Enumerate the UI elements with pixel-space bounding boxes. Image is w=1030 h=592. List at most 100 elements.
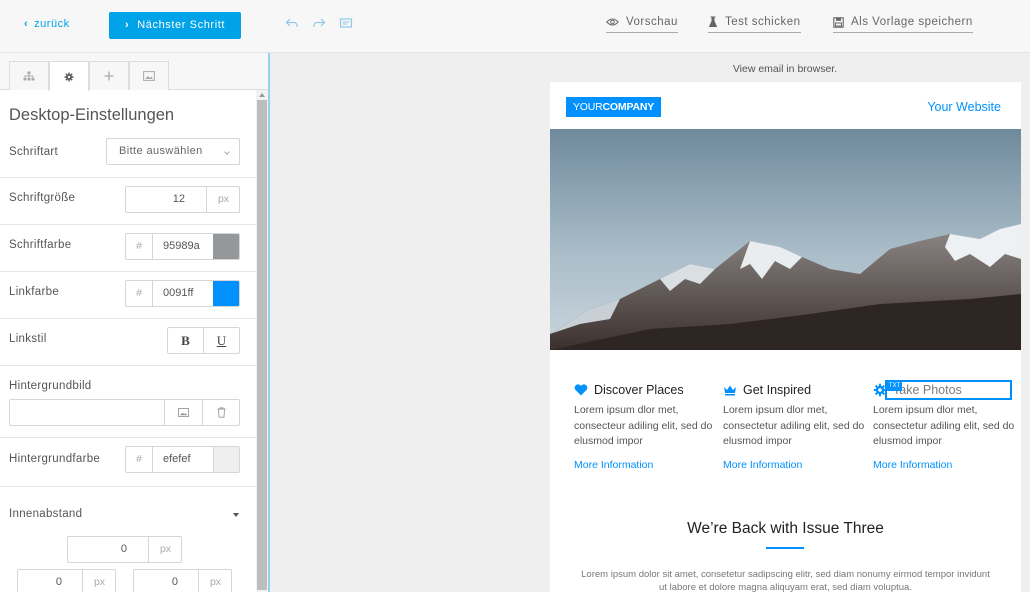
bg-image-delete[interactable] [202,400,239,425]
back-label: zurück [34,18,70,30]
feature-title: Discover Places [594,383,684,397]
next-step-button[interactable]: › Nächster Schritt [109,12,241,39]
chevron-left-icon: ‹ [24,18,29,30]
font-color-value: 95989a [163,240,200,252]
padding-top-unit: px [148,537,181,562]
selected-text-block-outline[interactable] [885,380,1012,400]
next-step-label: Nächster Schritt [137,19,226,31]
bg-color-swatch[interactable] [213,447,239,472]
plus-icon [104,71,114,81]
more-information-link[interactable]: More Information [873,459,1015,471]
bold-button[interactable]: B [167,327,204,354]
hash-prefix: # [126,234,153,259]
bg-color-value: efefef [163,453,191,465]
mountain-landscape-image [550,129,1021,350]
image-icon [143,71,155,81]
save-template-button[interactable]: Als Vorlage speichern [833,16,973,33]
bg-image-label: Hintergrundbild [9,380,92,392]
save-template-label: Als Vorlage speichern [851,16,973,28]
tab-structure[interactable] [9,61,49,90]
logo-prefix: YOUR [573,101,603,113]
title-underline [766,547,804,549]
bg-image-picker[interactable] [164,400,202,425]
tab-add-content[interactable] [89,61,129,90]
feature-column: Get Inspired Lorem ipsum dlor met, conse… [723,381,865,471]
more-information-link[interactable]: More Information [723,459,865,471]
font-size-value: 12 [172,193,185,205]
sitemap-icon [23,71,35,81]
flask-icon [708,16,718,27]
send-test-label: Test schicken [725,16,801,28]
font-color-swatch[interactable] [213,234,239,259]
padding-left-value: 0 [55,576,62,588]
email-preview: YOURCOMPANY Your Website Discover Places… [550,82,1021,592]
gear-icon [64,72,74,81]
padding-right-field[interactable]: 0 px [133,569,232,592]
sidebar-scrollbar-thumb[interactable] [257,100,267,590]
settings-sidebar: Desktop-Einstellungen Schriftart Bitte a… [0,53,270,592]
padding-top-value: 0 [120,543,127,555]
topbar-left: ‹ zurück › Nächster Schritt [0,0,270,53]
padding-top-field[interactable]: 0 px [67,536,182,563]
send-test-button[interactable]: Test schicken [708,16,801,33]
bg-color-field[interactable]: # efefef [125,446,240,473]
padding-label: Innenabstand [9,508,83,520]
tab-images[interactable] [129,61,169,90]
bg-image-field[interactable] [9,399,240,426]
padding-left-field[interactable]: 0 px [17,569,116,592]
eye-icon [606,18,619,26]
issue-text: Lorem ipsum dolor sit amet, consetetur s… [581,569,990,592]
font-size-unit: px [206,187,239,212]
feature-heading: Discover Places [574,381,716,399]
website-link[interactable]: Your Website [927,100,1001,114]
topbar-main: Vorschau Test schicken Als Vorlage speic… [270,0,1030,53]
company-logo[interactable]: YOURCOMPANY [566,97,662,117]
preview-button[interactable]: Vorschau [606,16,678,33]
hash-prefix: # [126,447,153,472]
trash-icon [217,407,226,418]
feature-title: Get Inspired [743,383,812,397]
link-style-label: Linkstil [9,333,47,345]
hero-image[interactable] [550,129,1021,350]
device-preview-icon[interactable] [339,16,355,32]
feature-text: Lorem ipsum dlor met, consecteur adiling… [574,404,713,447]
font-family-label: Schriftart [9,146,59,158]
link-color-field[interactable]: # 0091ff [125,280,240,307]
feature-column: Discover Places Lorem ipsum dlor met, co… [574,381,716,471]
font-size-label: Schriftgröße [9,192,76,204]
undo-icon[interactable] [285,16,301,32]
link-color-value: 0091ff [163,287,194,299]
padding-right-value: 0 [171,576,178,588]
sidebar-tabs [0,53,268,91]
issue-title: We’re Back with Issue Three [687,520,884,537]
save-icon [833,16,844,28]
image-icon [178,408,189,417]
logo-bold: COMPANY [602,101,655,113]
preview-label: Vorschau [626,16,678,28]
font-family-select[interactable]: Bitte auswählen [106,138,240,165]
padding-left-unit: px [82,570,115,592]
more-information-link[interactable]: More Information [574,459,716,471]
underline-button[interactable]: U [203,327,240,354]
redo-icon[interactable] [312,16,328,32]
feature-text: Lorem ipsum dlor met, consectetur adilin… [873,404,1015,447]
padding-right-unit: px [198,570,231,592]
link-color-swatch[interactable] [213,281,239,306]
hash-prefix: # [126,281,153,306]
feature-heading: Get Inspired [723,381,865,399]
link-color-label: Linkfarbe [9,286,60,298]
text-block-tag[interactable]: TXT [887,381,902,391]
heart-icon [574,384,588,396]
tab-settings[interactable] [49,61,89,91]
feature-text: Lorem ipsum dlor met, consectetur adilin… [723,404,865,447]
scroll-up-arrow-icon[interactable] [259,93,265,97]
caret-down-icon[interactable] [233,513,239,517]
bg-color-label: Hintergrundfarbe [9,453,101,465]
font-color-label: Schriftfarbe [9,239,72,251]
view-in-browser-text[interactable]: View email in browser. [550,63,1020,75]
chevron-right-icon: › [124,19,130,31]
font-size-field[interactable]: 12 px [125,186,240,213]
back-link[interactable]: ‹ zurück [24,18,70,30]
font-color-field[interactable]: # 95989a [125,233,240,260]
section-title: Desktop-Einstellungen [9,106,175,124]
